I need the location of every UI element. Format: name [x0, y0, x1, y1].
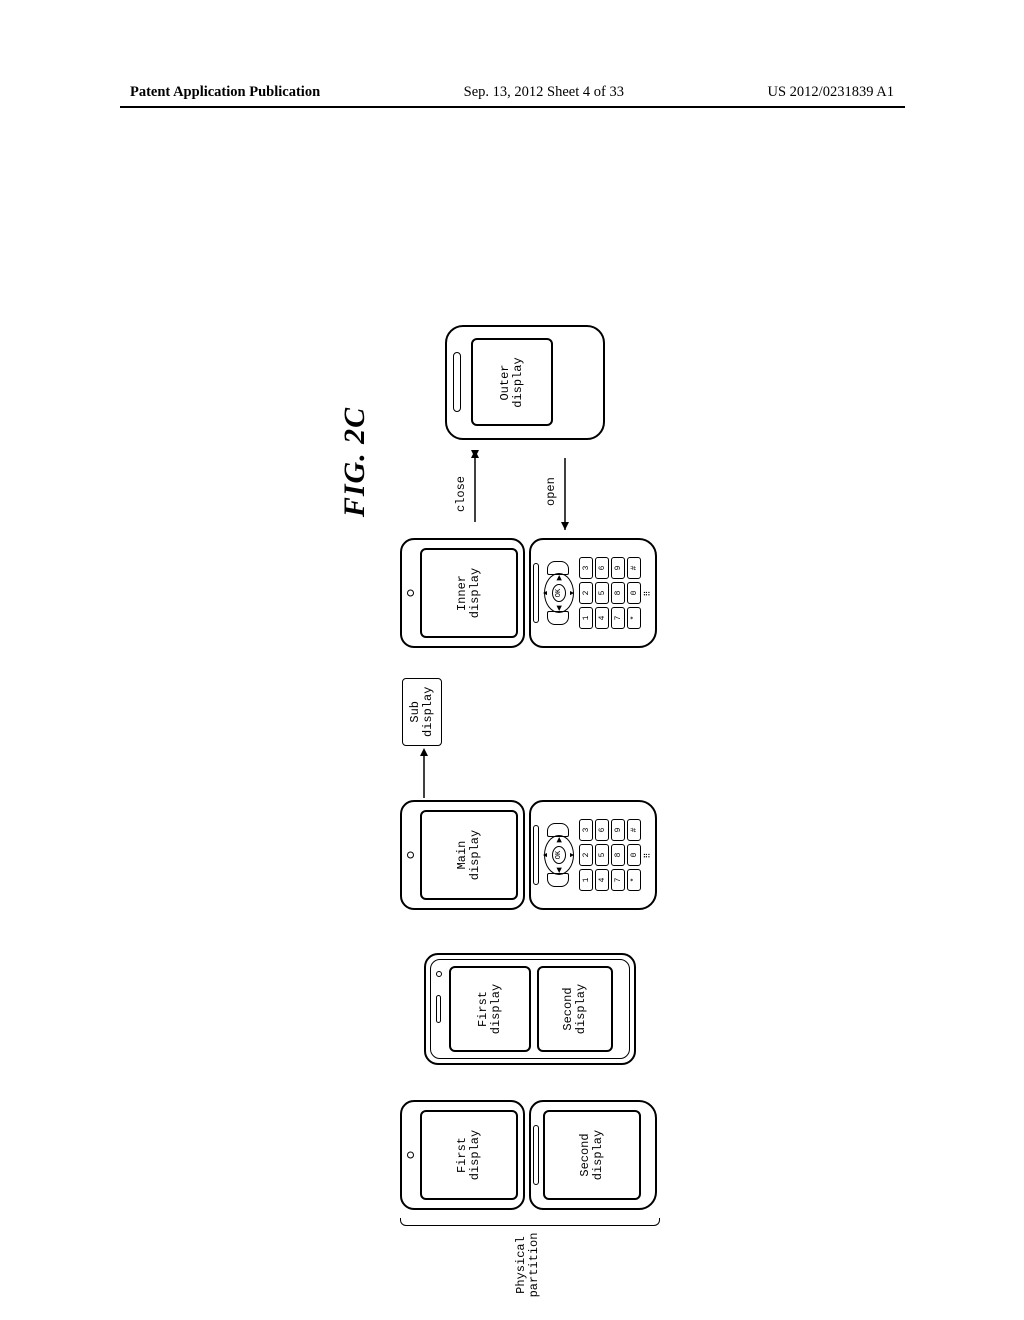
arrow-open	[558, 450, 572, 530]
arrow-down-icon: ▼	[569, 852, 576, 859]
key-9: 9	[611, 557, 625, 579]
flip-bottom: Second display	[529, 1100, 657, 1210]
key-5: 5	[595, 844, 609, 866]
key-7: 7	[611, 607, 625, 629]
key-5: 5	[595, 582, 609, 604]
flip-top: Inner display	[400, 538, 525, 648]
key-1: 1	[579, 607, 593, 629]
key-0: 0	[627, 582, 641, 604]
physical-partition-label: Physical partition	[515, 1230, 541, 1300]
key-7: 7	[611, 869, 625, 891]
date-sheet-label: Sep. 13, 2012 Sheet 4 of 33	[464, 84, 624, 101]
camera-icon	[436, 971, 442, 977]
key-4: 4	[595, 869, 609, 891]
hinge-icon	[533, 1125, 539, 1185]
flip-top: Main display	[400, 800, 525, 910]
flip-bottom-keypad: OK ▲ ▼ ◀ ▶ 1 2 3 4 5 6 7 8 9 * 0 # ⠿	[529, 800, 657, 910]
arrow-down-icon: ▼	[569, 590, 576, 597]
key-star: *	[627, 607, 641, 629]
hinge-top-icon	[453, 353, 461, 413]
device-bar-dual-screen: First display Second display	[424, 953, 636, 1065]
open-label: open	[544, 477, 558, 506]
first-display: First display	[449, 966, 531, 1052]
key-6: 6	[595, 819, 609, 841]
keypad: 1 2 3 4 5 6 7 8 9 * 0 #	[579, 802, 641, 908]
device-flip-closed-outer: Outer display	[445, 325, 605, 440]
key-4: 4	[595, 607, 609, 629]
arrow-left-icon: ◀	[555, 606, 563, 611]
mic-icon: ⠿	[643, 802, 652, 908]
brace-icon	[400, 1218, 660, 1226]
keypad: 1 2 3 4 5 6 7 8 9 * 0 #	[579, 540, 641, 646]
outer-display: Outer display	[471, 339, 553, 427]
key-hash: #	[627, 557, 641, 579]
key-8: 8	[611, 582, 625, 604]
key-2: 2	[579, 582, 593, 604]
arrow-main-to-sub	[414, 748, 434, 798]
camera-icon	[407, 1152, 414, 1159]
header-rule	[120, 106, 905, 108]
arrow-up-icon: ▲	[542, 590, 549, 597]
dpad: OK ▲ ▼ ◀ ▶	[543, 826, 575, 884]
device-flip-dual-screen: First display Second display	[400, 1100, 657, 1210]
main-display: Main display	[420, 810, 518, 900]
arrow-up-icon: ▲	[542, 852, 549, 859]
first-display: First display	[420, 1110, 518, 1200]
key-6: 6	[595, 557, 609, 579]
ok-key: OK	[552, 584, 566, 602]
arrow-right-icon: ▶	[555, 575, 563, 580]
arrow-right-icon: ▶	[555, 837, 563, 842]
key-0: 0	[627, 844, 641, 866]
softkey-left	[547, 873, 569, 887]
key-9: 9	[611, 819, 625, 841]
page-header: Patent Application Publication Sep. 13, …	[0, 84, 1024, 101]
key-8: 8	[611, 844, 625, 866]
hinge-icon	[533, 563, 539, 623]
second-display: Second display	[537, 966, 613, 1052]
key-1: 1	[579, 869, 593, 891]
closed-phone: Outer display	[445, 325, 605, 440]
figure-stage: Physical partition First display Second …	[0, 340, 1024, 1120]
dpad: OK ▲ ▼ ◀ ▶	[543, 564, 575, 622]
sub-display-box: Sub display	[402, 678, 442, 746]
ok-key: OK	[552, 846, 566, 864]
hinge-icon	[533, 825, 539, 885]
publication-label: Patent Application Publication	[130, 84, 320, 101]
inner-display: Inner display	[420, 548, 518, 638]
flip-bottom-keypad: OK ▲ ▼ ◀ ▶ 1 2 3 4 5 6 7 8 9 * 0 # ⠿	[529, 538, 657, 648]
key-hash: #	[627, 819, 641, 841]
key-star: *	[627, 869, 641, 891]
arrow-close	[468, 450, 482, 530]
softkey-left	[547, 611, 569, 625]
device-flip-main-sub: Main display OK ▲ ▼ ◀ ▶ 1 2 3 4 5 6	[400, 800, 657, 910]
key-2: 2	[579, 844, 593, 866]
camera-icon	[407, 852, 414, 859]
device-flip-inner: Inner display OK ▲ ▼ ◀ ▶ 1 2 3 4 5 6	[400, 538, 657, 648]
close-label: close	[454, 476, 468, 512]
flip-top: First display	[400, 1100, 525, 1210]
key-3: 3	[579, 557, 593, 579]
pub-number-label: US 2012/0231839 A1	[768, 84, 895, 101]
arrow-left-icon: ◀	[555, 868, 563, 873]
key-3: 3	[579, 819, 593, 841]
camera-icon	[407, 590, 414, 597]
second-display: Second display	[543, 1110, 641, 1200]
mic-icon: ⠿	[643, 540, 652, 646]
